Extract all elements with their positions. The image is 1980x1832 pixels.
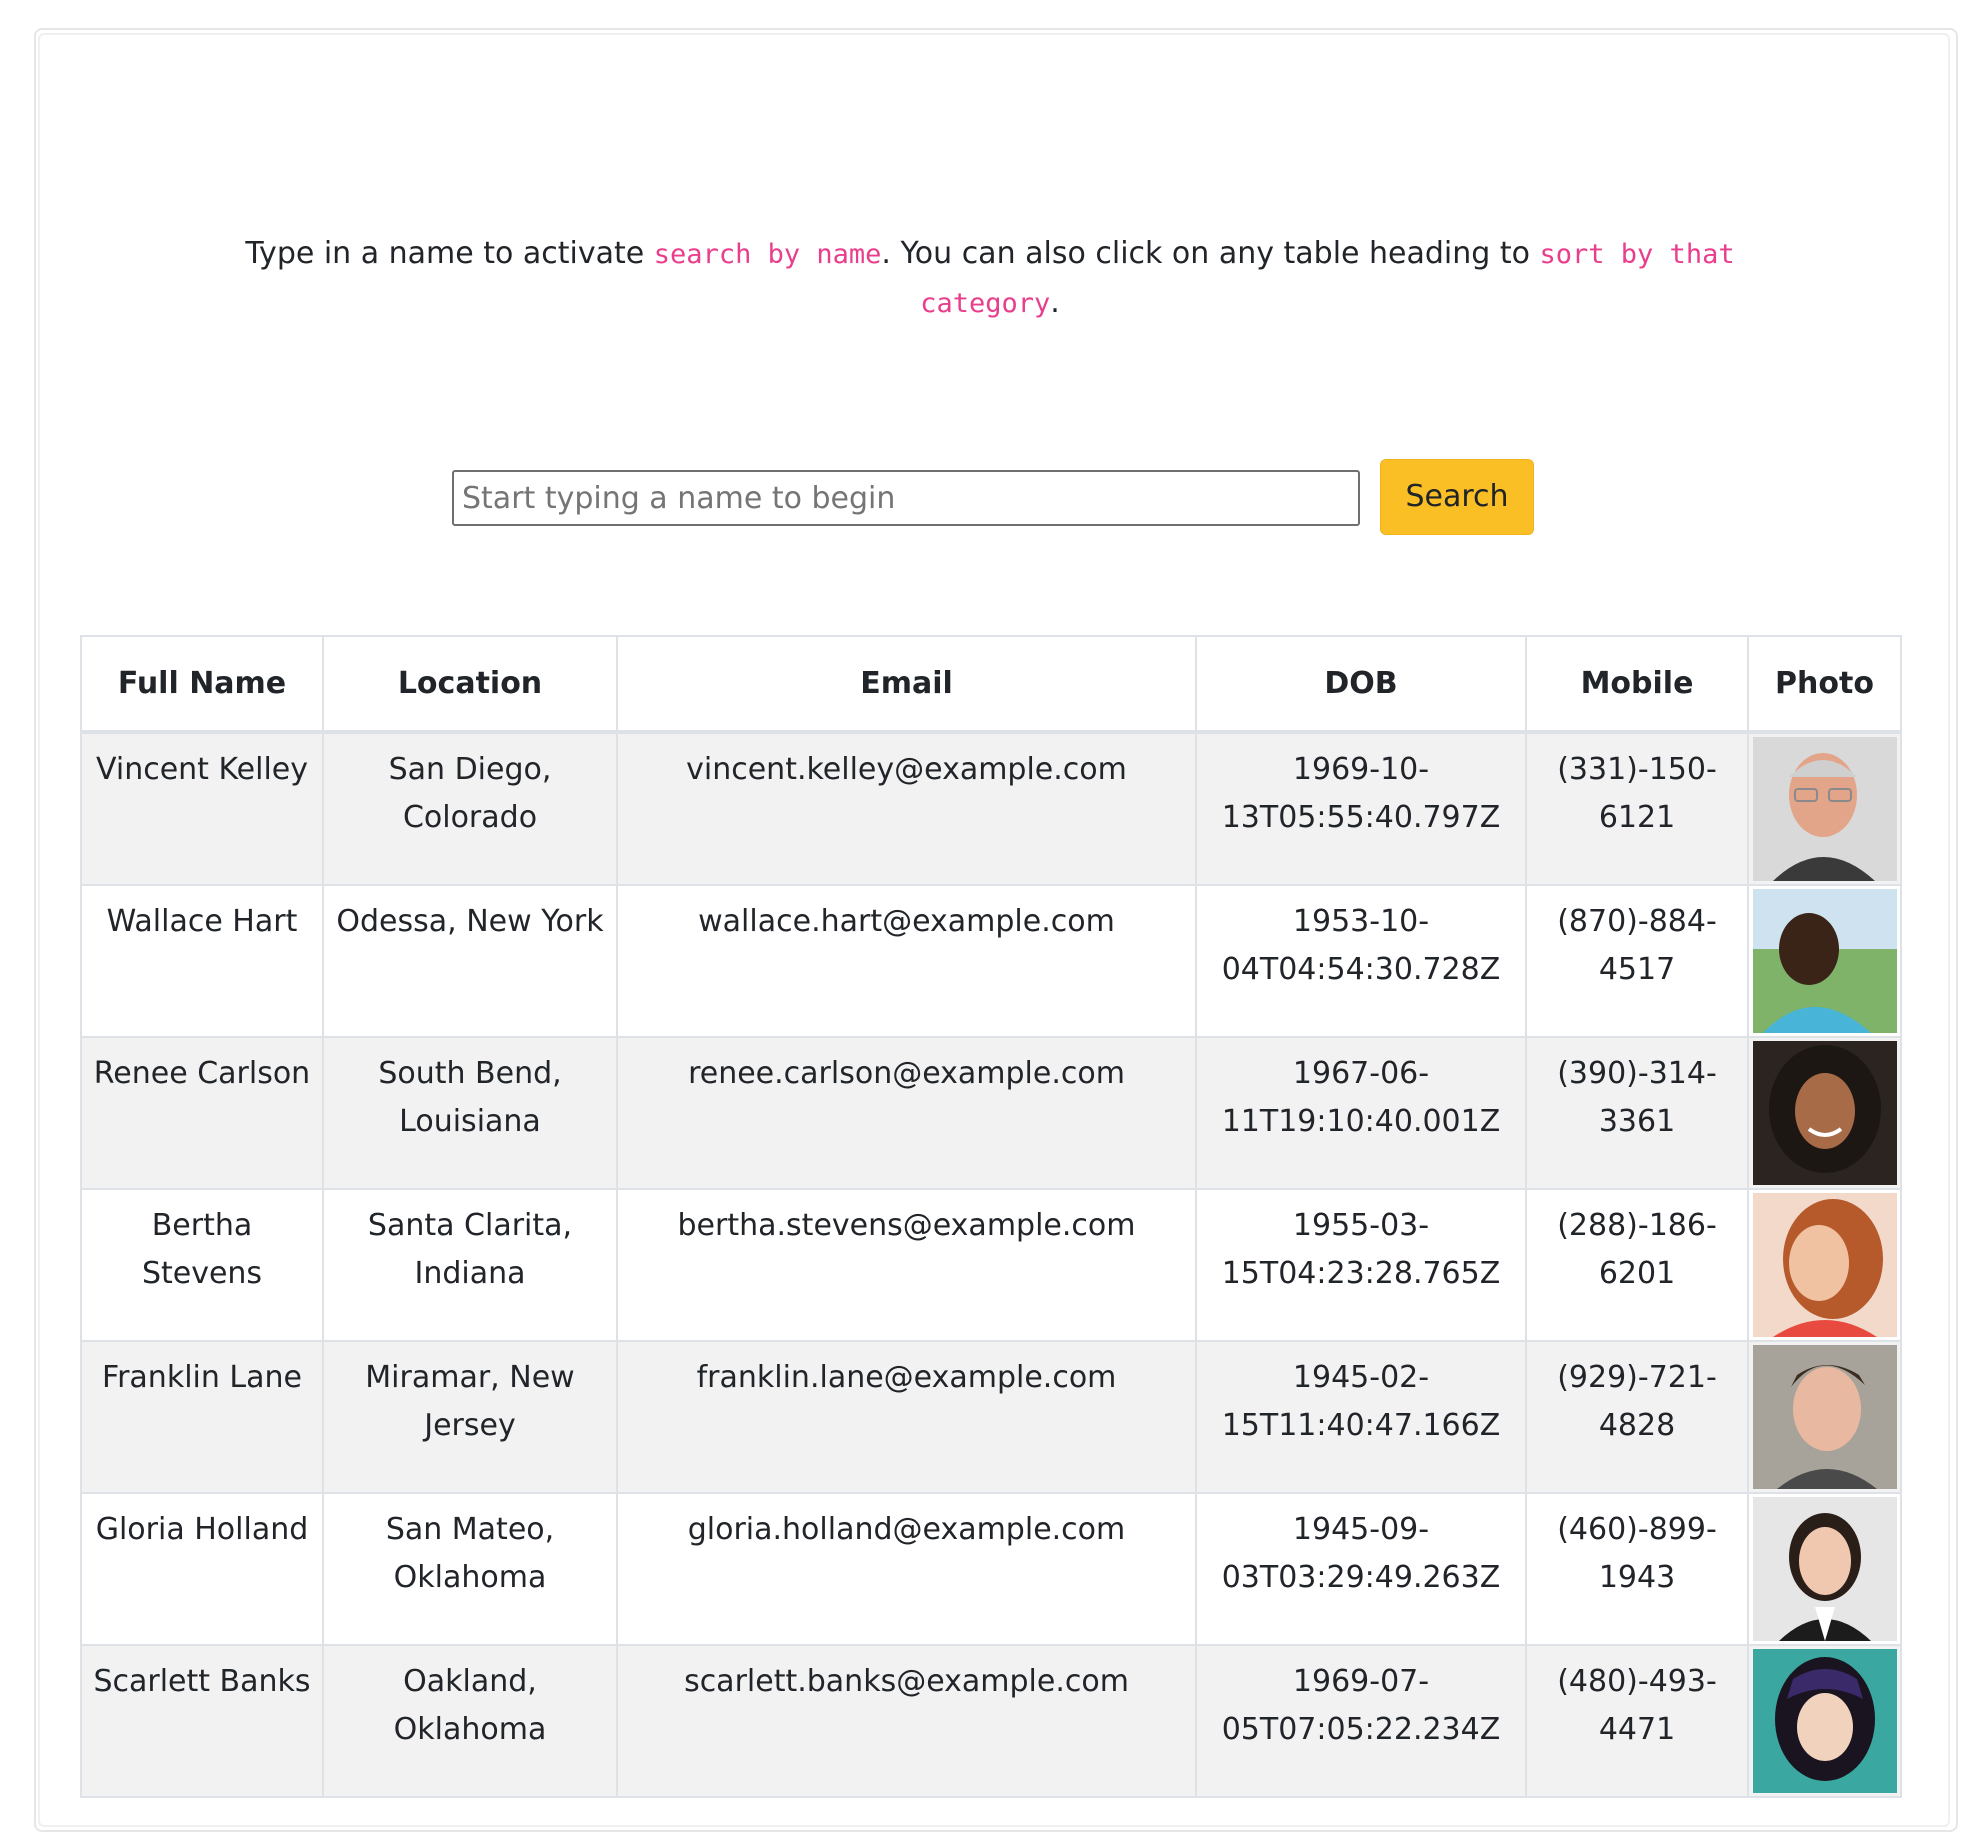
intro-text-after: .: [1050, 285, 1060, 320]
older-man-glasses-portrait: [1752, 737, 1897, 881]
cell-photo: [1747, 1340, 1902, 1494]
header-email[interactable]: Email: [616, 635, 1197, 734]
cell-name: Renee Carlson: [80, 1036, 324, 1190]
woman-curly-hair-portrait: [1752, 1041, 1897, 1185]
cell-name: Bertha Stevens: [80, 1188, 324, 1342]
cell-email: franklin.lane@example.com: [616, 1340, 1197, 1494]
cell-location: South Bend, Louisiana: [322, 1036, 618, 1190]
table-header-row: Full Name Location Email DOB Mobile Phot…: [80, 635, 1902, 734]
cell-dob: 1967-06-11T19:10:40.001Z: [1195, 1036, 1527, 1190]
cell-location: Oakland, Oklahoma: [322, 1644, 618, 1798]
cell-name: Scarlett Banks: [80, 1644, 324, 1798]
cell-location: Miramar, New Jersey: [322, 1340, 618, 1494]
cell-mobile: (390)-314-3361: [1525, 1036, 1749, 1190]
cell-photo: [1747, 1492, 1902, 1646]
search-button[interactable]: Search: [1380, 459, 1534, 535]
cell-name: Vincent Kelley: [80, 731, 324, 886]
young-man-outdoors-portrait: [1752, 889, 1897, 1033]
woman-dark-hair-portrait: [1752, 1649, 1897, 1793]
woman-long-hair-portrait: [1752, 1193, 1897, 1337]
cell-photo: [1747, 1036, 1902, 1190]
table-row: Vincent Kelley San Diego, Colorado vince…: [80, 731, 1902, 886]
cell-email: wallace.hart@example.com: [616, 884, 1197, 1038]
cell-mobile: (929)-721-4828: [1525, 1340, 1749, 1494]
cell-mobile: (288)-186-6201: [1525, 1188, 1749, 1342]
cell-mobile: (331)-150-6121: [1525, 731, 1749, 886]
cell-dob: 1945-09-03T03:29:49.263Z: [1195, 1492, 1527, 1646]
cell-location: Odessa, New York: [322, 884, 618, 1038]
search-input[interactable]: [452, 470, 1360, 526]
header-photo[interactable]: Photo: [1747, 635, 1902, 734]
cell-mobile: (480)-493-4471: [1525, 1644, 1749, 1798]
cell-photo: [1747, 731, 1902, 886]
cell-dob: 1969-07-05T07:05:22.234Z: [1195, 1644, 1527, 1798]
cell-email: vincent.kelley@example.com: [616, 731, 1197, 886]
table-row: Gloria Holland San Mateo, Oklahoma glori…: [80, 1492, 1902, 1646]
cell-email: gloria.holland@example.com: [616, 1492, 1197, 1646]
cell-mobile: (460)-899-1943: [1525, 1492, 1749, 1646]
cell-email: scarlett.banks@example.com: [616, 1644, 1197, 1798]
cell-location: San Diego, Colorado: [322, 731, 618, 886]
header-full-name[interactable]: Full Name: [80, 635, 324, 734]
table-row: Franklin Lane Miramar, New Jersey frankl…: [80, 1340, 1902, 1494]
cell-email: renee.carlson@example.com: [616, 1036, 1197, 1190]
cell-dob: 1969-10-13T05:55:40.797Z: [1195, 731, 1527, 886]
cell-location: Santa Clarita, Indiana: [322, 1188, 618, 1342]
header-mobile[interactable]: Mobile: [1525, 635, 1749, 734]
table-row: Renee Carlson South Bend, Louisiana rene…: [80, 1036, 1902, 1190]
people-table: Full Name Location Email DOB Mobile Phot…: [80, 635, 1902, 1798]
header-location[interactable]: Location: [322, 635, 618, 734]
intro-text-middle: . You can also click on any table headin…: [881, 236, 1540, 271]
cell-photo: [1747, 884, 1902, 1038]
cell-name: Franklin Lane: [80, 1340, 324, 1494]
intro-text-before: Type in a name to activate: [245, 236, 654, 271]
cell-photo: [1747, 1188, 1902, 1342]
table-row: Bertha Stevens Santa Clarita, Indiana be…: [80, 1188, 1902, 1342]
young-man-portrait: [1752, 1345, 1897, 1489]
cell-mobile: (870)-884-4517: [1525, 884, 1749, 1038]
header-dob[interactable]: DOB: [1195, 635, 1527, 734]
search-by-name-code: search by name: [653, 239, 882, 270]
table-row: Wallace Hart Odessa, New York wallace.ha…: [80, 884, 1902, 1038]
cell-dob: 1945-02-15T11:40:47.166Z: [1195, 1340, 1527, 1494]
woman-smiling-portrait: [1752, 1497, 1897, 1641]
cell-name: Gloria Holland: [80, 1492, 324, 1646]
cell-name: Wallace Hart: [80, 884, 324, 1038]
cell-dob: 1953-10-04T04:54:30.728Z: [1195, 884, 1527, 1038]
cell-email: bertha.stevens@example.com: [616, 1188, 1197, 1342]
table-row: Scarlett Banks Oakland, Oklahoma scarlet…: [80, 1644, 1902, 1798]
cell-location: San Mateo, Oklahoma: [322, 1492, 618, 1646]
instructions-text: Type in a name to activate search by nam…: [240, 230, 1740, 328]
cell-dob: 1955-03-15T04:23:28.765Z: [1195, 1188, 1527, 1342]
cell-photo: [1747, 1644, 1902, 1798]
